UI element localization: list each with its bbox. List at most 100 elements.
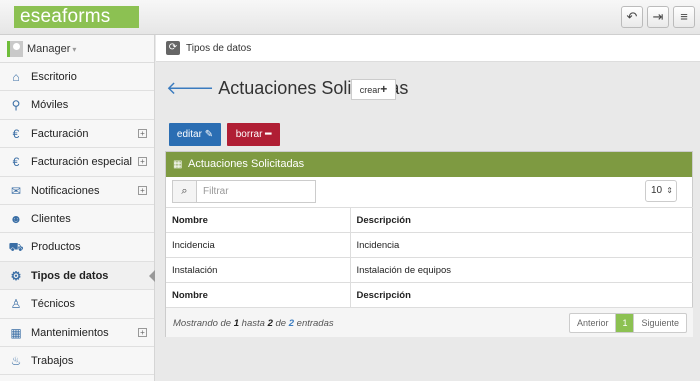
undo-icon: ↶ [626, 9, 638, 24]
pager-next-button[interactable]: Siguiente [634, 314, 686, 332]
info-text: hasta [241, 318, 265, 329]
sidebar-item-label: Clientes [31, 212, 71, 225]
sidebar-item-técnicos[interactable]: ♙ Técnicos [0, 290, 154, 319]
table-header-row: Nombre Descripción [166, 207, 693, 233]
delete-label: borrar [235, 129, 263, 140]
gears-icon: ⚙ [10, 268, 22, 283]
sidebar-item-label: Trabajos [31, 354, 74, 367]
table-row[interactable]: Instalación Instalación de equipos [166, 257, 693, 283]
panel-title: Actuaciones Solicitadas [188, 158, 305, 170]
sidebar-item-label: Mantenimientos [31, 326, 109, 339]
expand-plus-icon[interactable]: + [138, 185, 147, 195]
users-icon: ☻ [9, 211, 23, 226]
android-icon: ⚲ [11, 98, 21, 113]
expand-plus-icon[interactable]: + [138, 128, 147, 138]
sidebar-item-label: Tipos de datos [31, 269, 109, 282]
column-header-descripcion[interactable]: Descripción [349, 207, 693, 233]
sidebar-item-mantenimientos[interactable]: ▦ Mantenimientos + [0, 319, 154, 347]
person-icon: ♙ [10, 297, 22, 312]
active-indicator [149, 269, 155, 282]
refresh-icon[interactable]: ⟳ [166, 41, 180, 55]
sidebar-item-notificaciones[interactable]: ✉ Notificaciones + [0, 177, 154, 205]
page-size-select[interactable]: 10 ⇕ [645, 180, 677, 202]
info-to: 2 [267, 318, 273, 329]
sidebar-item-productos[interactable]: ⛟ Productos [0, 233, 154, 262]
back-arrow-icon[interactable]: 🡐 [166, 78, 214, 98]
info-total: 2 [288, 318, 295, 329]
fire-icon: ♨ [10, 353, 22, 368]
sidebar-item-clientes[interactable]: ☻ Clientes [0, 205, 154, 234]
sidebar: Manager ▾ ⌂ Escritorio ⚲ Móviles € Facturación… [0, 35, 155, 381]
home-icon: ⌂ [12, 70, 20, 84]
search-icon[interactable]: ⌕ [173, 181, 197, 202]
sidebar-item-label: Notificaciones [31, 184, 100, 197]
grid-icon: ▦ [173, 159, 183, 170]
user-menu[interactable]: Manager ▾ [0, 35, 154, 63]
edit-button[interactable]: editar ✎ [169, 123, 221, 146]
pager-prev-button[interactable]: Anterior [570, 314, 616, 332]
edit-label: editar [176, 129, 202, 140]
breadcrumb: ⟳ Tipos de datos [156, 35, 700, 62]
table-row[interactable]: Incidencia Incidencia [166, 232, 693, 258]
sidebar-item-label: Facturación especial [31, 156, 132, 169]
app-logo[interactable]: eseaforms [14, 6, 139, 28]
table-footer-row: Nombre Descripción [166, 282, 693, 308]
sidebar-item-móviles[interactable]: ⚲ Móviles [0, 91, 154, 120]
sign-out-icon: ⇥ [652, 9, 664, 24]
breadcrumb-label: Tipos de datos [186, 43, 252, 54]
column-header-nombre[interactable]: Nombre [166, 207, 350, 233]
info-from: 1 [233, 318, 240, 329]
entries-info: Mostrando de 1 hasta 2 de 2 entradas [173, 318, 334, 329]
sidebar-item-label: Móviles [31, 99, 69, 112]
sidebar-item-facturación-especial[interactable]: € Facturación especial + [0, 148, 154, 177]
info-text: de [275, 318, 287, 329]
table-cell: Instalación de equipos [349, 257, 693, 283]
delete-button[interactable]: borrar ━ [227, 123, 280, 146]
sidebar-item-trabajos[interactable]: ♨ Trabajos [0, 347, 154, 376]
sidebar-item-tipos-de-datos[interactable]: ⚙ Tipos de datos [0, 261, 155, 291]
create-label: crear [359, 85, 381, 95]
sidebar-item-label: Escritorio [31, 71, 77, 83]
panel-header: ▦ Actuaciones Solicitadas [166, 152, 692, 177]
avatar [7, 41, 23, 57]
euro-icon: € [12, 126, 20, 141]
data-panel: ▦ Actuaciones Solicitadas ⌕ 10 ⇕ Nombre … [165, 151, 693, 337]
menu-icon: ≡ [680, 9, 688, 24]
page-size-value: 10 [651, 185, 663, 196]
pagination: Anterior 1 Siguiente [568, 313, 687, 333]
data-table: Nombre Descripción Incidencia Incidencia… [166, 207, 693, 308]
menu-button[interactable]: ≡ [673, 6, 695, 28]
user-name: Manager [27, 42, 71, 55]
pager-page-button[interactable]: 1 [615, 314, 635, 332]
calendar-icon: ▦ [10, 325, 22, 340]
info-text: Mostrando de [173, 318, 232, 329]
logout-button[interactable]: ⇥ [647, 6, 669, 28]
minus-icon: ━ [265, 129, 272, 140]
sidebar-item-label: Técnicos [31, 298, 76, 311]
pencil-icon: ✎ [204, 129, 214, 140]
column-footer-descripcion: Descripción [349, 282, 693, 308]
search-box: ⌕ [172, 180, 316, 203]
sidebar-item-facturación[interactable]: € Facturación + [0, 120, 154, 149]
sidebar-nav: ⌂ Escritorio ⚲ Móviles € Facturación + € Factura… [0, 63, 155, 376]
table-cell: Instalación [166, 257, 350, 283]
undo-button[interactable]: ↶ [621, 6, 643, 28]
create-button[interactable]: crear+ [351, 79, 396, 100]
cart-icon: ⛟ [8, 240, 24, 255]
plus-icon: + [380, 82, 388, 96]
table-cell: Incidencia [166, 232, 350, 258]
expand-plus-icon[interactable]: + [138, 157, 147, 167]
sidebar-item-label: Productos [31, 241, 81, 254]
filter-input[interactable] [203, 184, 308, 199]
column-footer-nombre: Nombre [166, 282, 350, 308]
sidebar-item-label: Facturación [31, 127, 89, 140]
updown-icon: ⇕ [666, 186, 673, 195]
euro-icon: € [12, 155, 20, 170]
sidebar-item-escritorio[interactable]: ⌂ Escritorio [0, 63, 154, 92]
chevron-down-icon: ▾ [72, 44, 77, 54]
top-bar: eseaforms ↶ ⇥ ≡ [0, 0, 700, 35]
expand-plus-icon[interactable]: + [138, 327, 147, 337]
info-text: entradas [296, 318, 334, 329]
envelope-icon: ✉ [10, 183, 22, 198]
table-cell: Incidencia [349, 232, 693, 258]
